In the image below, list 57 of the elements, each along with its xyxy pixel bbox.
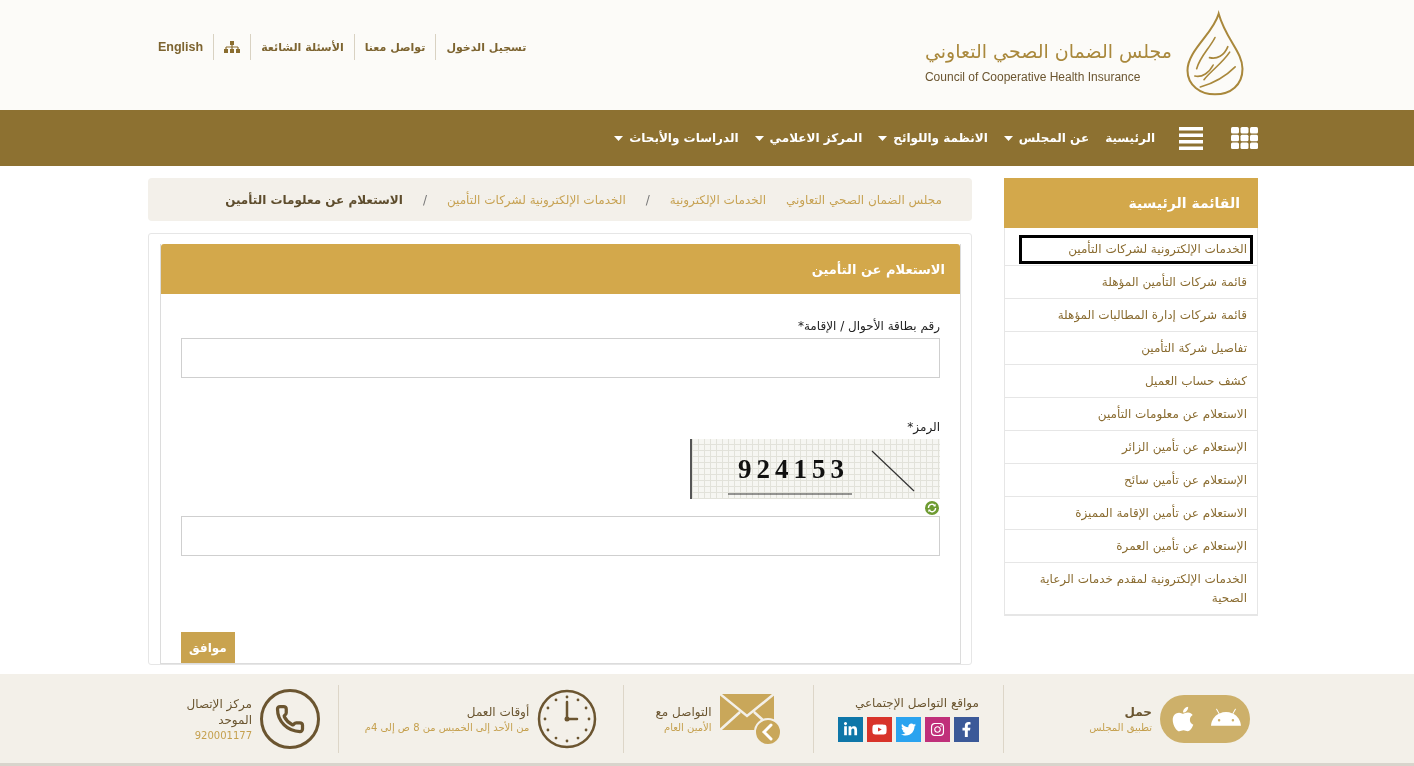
field-label: الرمز* bbox=[907, 419, 940, 436]
nav-link[interactable]: الانظمة واللوائح bbox=[878, 131, 988, 145]
linkedin-icon[interactable] bbox=[838, 717, 863, 742]
phone-icon bbox=[260, 688, 320, 749]
id-number-input-field[interactable] bbox=[181, 338, 940, 378]
clock-icon bbox=[537, 688, 598, 749]
footer-subtitle: تطبيق المجلس bbox=[1089, 722, 1152, 733]
sidebar-link[interactable]: الاستعلام عن معلومات التأمين bbox=[1019, 400, 1253, 429]
nav-link[interactable]: عن المجلس bbox=[1003, 131, 1090, 145]
breadcrumb-current-page: الاستعلام عن معلومات التأمين bbox=[225, 192, 403, 207]
header-link[interactable]: تواصل معنا bbox=[364, 40, 426, 54]
grid-menu-icon[interactable] bbox=[1231, 127, 1258, 149]
language-link[interactable]: English bbox=[158, 40, 204, 54]
nav-link[interactable]: الرئيسية bbox=[1105, 131, 1155, 145]
captcha-code: 924153 bbox=[738, 454, 849, 484]
footer-subtitle: من الأحد إلى الخميس من 8 ص إلى 4م bbox=[364, 722, 530, 733]
sidebar-link[interactable]: كشف حساب العميل bbox=[1019, 367, 1253, 396]
sidebar-link[interactable]: الإستعلام عن تأمين سائح bbox=[1019, 466, 1253, 495]
captcha-noise-line bbox=[871, 450, 915, 492]
captcha-input-field[interactable] bbox=[181, 516, 940, 556]
nav-link[interactable]: المركز الاعلامي bbox=[754, 131, 863, 145]
field-label: رقم بطاقة الأحوال / الإقامة* bbox=[797, 317, 940, 335]
sidebar-link[interactable]: الاستعلام عن تأمين الإقامة المميزة bbox=[1019, 499, 1253, 528]
facebook-icon[interactable] bbox=[954, 717, 979, 742]
caret-icon bbox=[754, 135, 764, 141]
phone-number: 920001177 bbox=[194, 730, 252, 741]
breadcrumb-separator: / bbox=[422, 192, 427, 207]
header-link[interactable]: تسجيل الدخول bbox=[446, 40, 527, 54]
logo-arabic-name: مجلس الضمان الصحي التعاوني bbox=[924, 39, 1172, 65]
sidebar-link[interactable]: الإستعلام عن تأمين الزائر bbox=[1019, 433, 1253, 462]
sidebar-link[interactable]: الخدمات الإلكترونية لشركات التأمين bbox=[1019, 235, 1253, 264]
nav-link[interactable]: الدراسات والأبحاث bbox=[614, 131, 739, 145]
footer-title: أوقات العمل bbox=[466, 704, 530, 720]
logo-english-name: Council of Cooperative Health Insurance bbox=[924, 70, 1141, 84]
menu-icon[interactable] bbox=[1179, 126, 1203, 150]
caret-icon bbox=[878, 135, 888, 141]
footer-title: مواقع التواصل الإجتماعي bbox=[854, 695, 979, 711]
youtube-icon[interactable] bbox=[867, 717, 892, 742]
breadcrumb-separator: / bbox=[645, 192, 650, 207]
form-title: الاستعلام عن التأمين bbox=[161, 244, 960, 294]
sidebar-link[interactable]: قائمة شركات التأمين المؤهلة bbox=[1019, 268, 1253, 297]
sidebar-link[interactable]: الإستعلام عن تأمين العمرة bbox=[1019, 532, 1253, 561]
sidebar-link[interactable]: قائمة شركات إدارة المطالبات المؤهلة bbox=[1019, 301, 1253, 330]
footer-title: مركز الإتصال الموحد bbox=[185, 696, 252, 728]
sidebar-link[interactable]: الخدمات الإلكترونية لمقدم خدمات الرعاية الصحية bbox=[1019, 565, 1253, 613]
refresh-icon[interactable] bbox=[925, 501, 939, 515]
twitter-icon[interactable] bbox=[896, 717, 921, 742]
footer-title: حمل bbox=[1124, 704, 1152, 720]
header-link[interactable]: الأسئلة الشائعة bbox=[261, 40, 344, 54]
footer-subtitle: الأمين العام bbox=[664, 722, 712, 733]
sitemap-icon[interactable] bbox=[224, 41, 241, 53]
caret-icon bbox=[1003, 135, 1013, 141]
caret-icon bbox=[614, 135, 624, 141]
footer-title: التواصل مع bbox=[655, 704, 712, 720]
sidebar-link[interactable]: تفاصيل شركة التأمين bbox=[1019, 334, 1253, 363]
sidebar-title: القائمة الرئيسية bbox=[1004, 178, 1258, 228]
instagram-icon[interactable] bbox=[925, 717, 950, 742]
